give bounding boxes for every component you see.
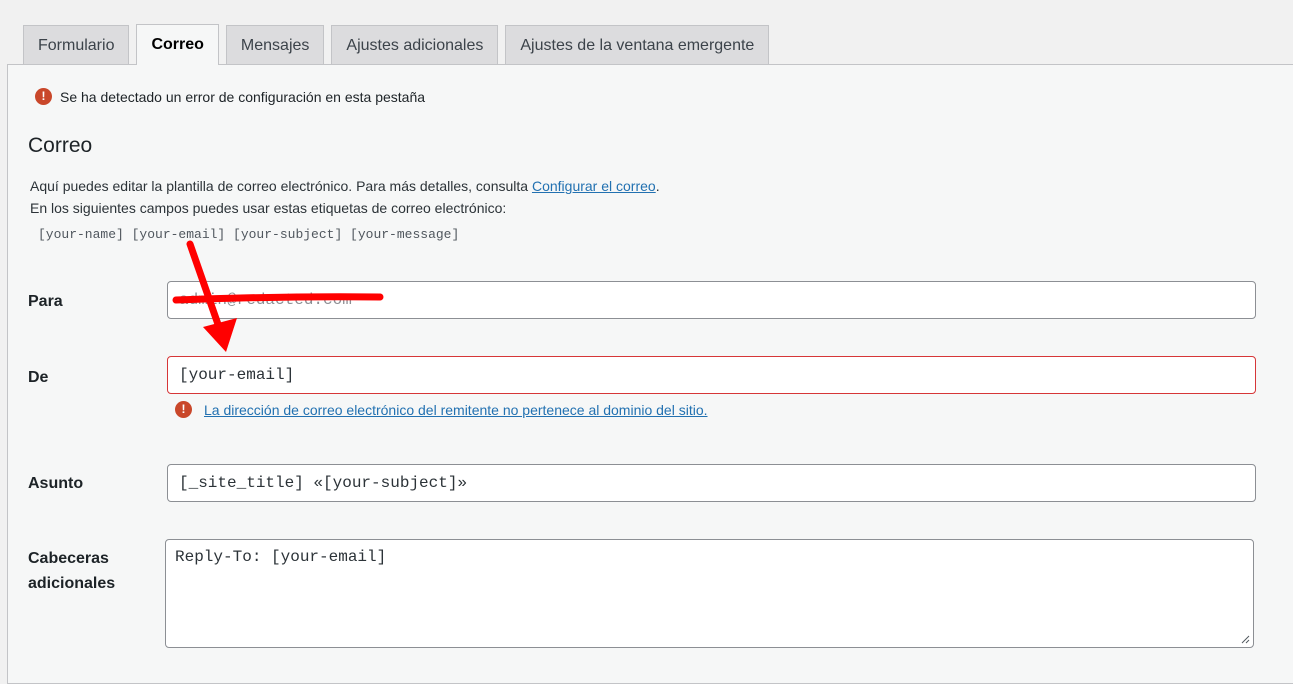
tab-ajustes-ventana-emergente[interactable]: Ajustes de la ventana emergente xyxy=(505,25,770,65)
asunto-label: Asunto xyxy=(28,475,84,492)
description-period: . xyxy=(655,178,660,194)
tab-formulario[interactable]: Formulario xyxy=(23,25,130,65)
mail-tags: [your-name] [your-email] [your-subject] … xyxy=(38,227,460,242)
description-line-2: En los siguientes campos puedes usar est… xyxy=(30,200,507,216)
cabeceras-textarea[interactable]: Reply-To: [your-email] xyxy=(165,539,1254,648)
sender-domain-error: ! La dirección de correo electrónico del… xyxy=(175,401,708,418)
cabeceras-label: Cabeceras adicionales xyxy=(28,546,115,596)
description-text: Aquí puedes editar la plantilla de corre… xyxy=(30,178,532,194)
cabeceras-label-line-1: Cabeceras xyxy=(28,550,109,567)
de-label: De xyxy=(28,369,49,386)
description-line-1: Aquí puedes editar la plantilla de corre… xyxy=(30,175,660,197)
section-title: Correo xyxy=(28,134,93,157)
tab-ajustes-adicionales[interactable]: Ajustes adicionales xyxy=(331,25,499,65)
configure-mail-link[interactable]: Configurar el correo xyxy=(532,178,656,194)
asunto-input[interactable]: [_site_title] «[your-subject]» xyxy=(167,464,1256,502)
sender-domain-error-link[interactable]: La dirección de correo electrónico del r… xyxy=(204,402,708,418)
tab-bar: Formulario Correo Mensajes Ajustes adici… xyxy=(23,24,770,65)
cabeceras-value: Reply-To: [your-email] xyxy=(175,548,387,566)
resize-handle-icon[interactable] xyxy=(1240,634,1250,644)
config-error-text: Se ha detectado un error de configuració… xyxy=(60,88,426,105)
config-error-notice: ! Se ha detectado un error de configurac… xyxy=(35,88,425,105)
error-icon: ! xyxy=(35,88,52,105)
para-label: Para xyxy=(28,293,63,310)
cabeceras-label-line-2: adicionales xyxy=(28,575,116,592)
tab-mensajes[interactable]: Mensajes xyxy=(225,25,325,65)
tab-correo[interactable]: Correo xyxy=(136,24,219,65)
section-description: Aquí puedes editar la plantilla de corre… xyxy=(30,175,660,219)
para-input[interactable]: admin@redacted.com xyxy=(167,281,1256,319)
error-icon: ! xyxy=(175,401,192,418)
de-input[interactable]: [your-email] xyxy=(167,356,1256,394)
